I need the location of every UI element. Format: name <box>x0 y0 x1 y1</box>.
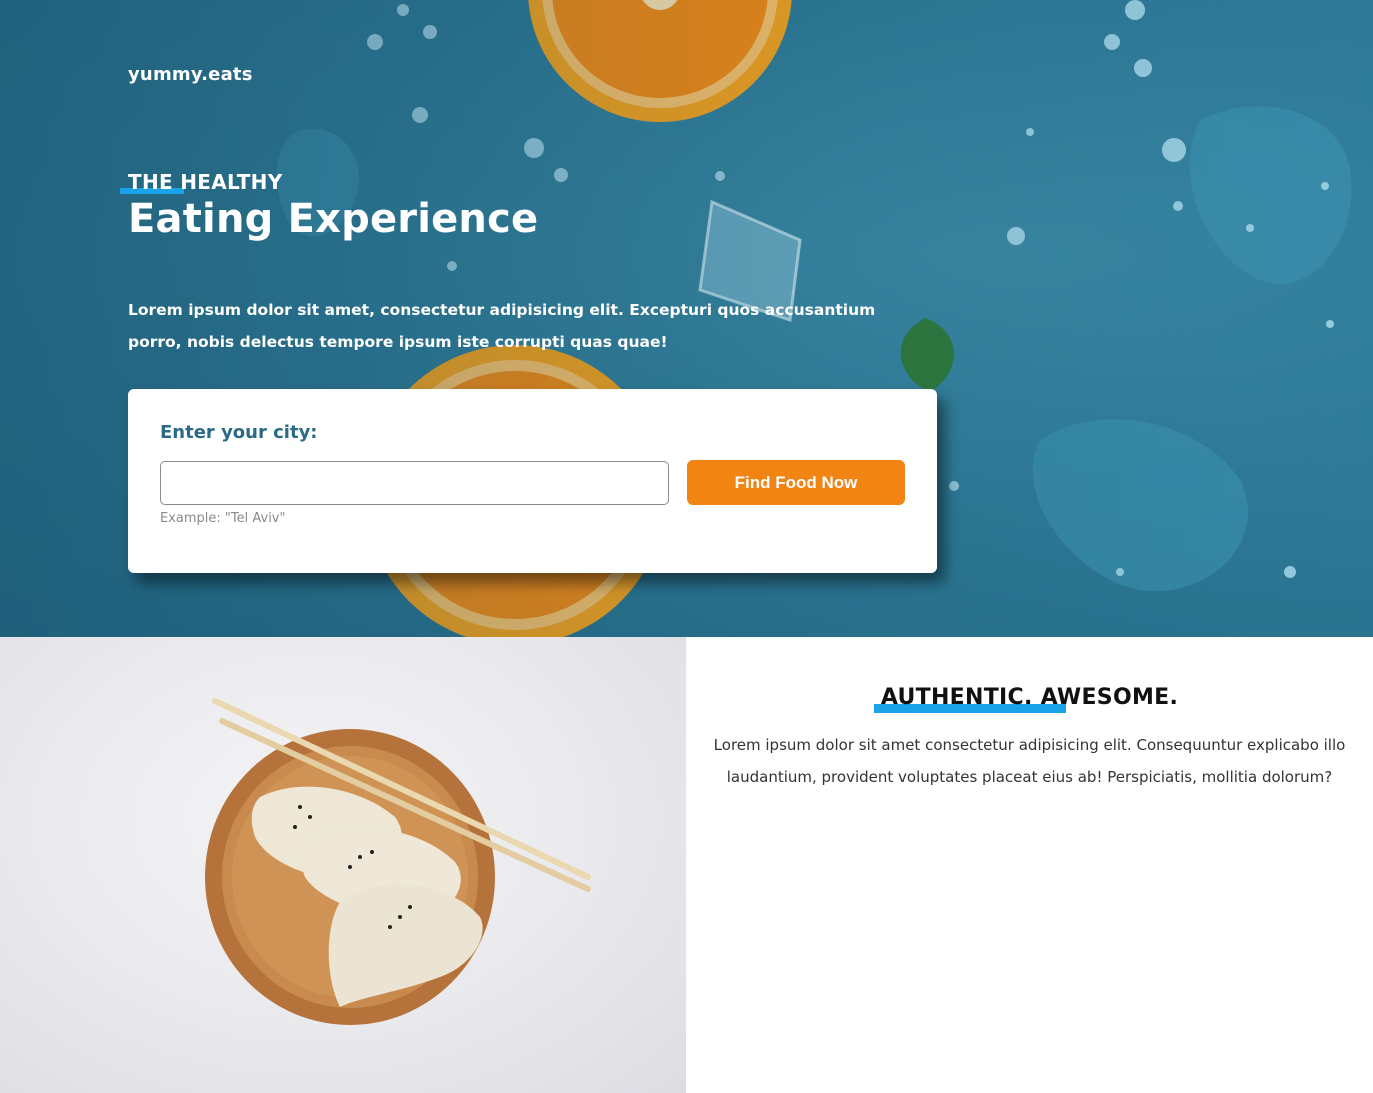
dumplings-photo <box>0 637 686 1093</box>
brand-logo[interactable]: yummy.eats <box>128 64 253 85</box>
feature-section: AUTHENTIC. AWESOME. Lorem ipsum dolor si… <box>686 637 1373 1093</box>
feature-heading: AUTHENTIC. AWESOME. <box>686 685 1373 713</box>
feature-title: AUTHENTIC. AWESOME. <box>880 685 1179 710</box>
hero-headline: Eating Experience <box>128 196 539 242</box>
hero-section: yummy.eats THE HEALTHY Eating Experience… <box>0 0 1373 637</box>
city-input-hint: Example: "Tel Aviv" <box>160 511 286 526</box>
dumplings-plate-image <box>205 698 591 1025</box>
city-search-card: Enter your city: Example: "Tel Aviv" Fin… <box>128 389 937 573</box>
city-input[interactable] <box>160 461 669 505</box>
hero-intro-text: Lorem ipsum dolor sit amet, consectetur … <box>128 301 876 351</box>
feature-description: Lorem ipsum dolor sit amet consectetur a… <box>713 736 1346 786</box>
find-food-button[interactable]: Find Food Now <box>687 460 905 505</box>
hero-eyebrow-text: THE HEALTHY <box>128 170 283 194</box>
city-input-label: Enter your city: <box>160 422 318 443</box>
hero-eyebrow: THE HEALTHY <box>120 170 282 194</box>
